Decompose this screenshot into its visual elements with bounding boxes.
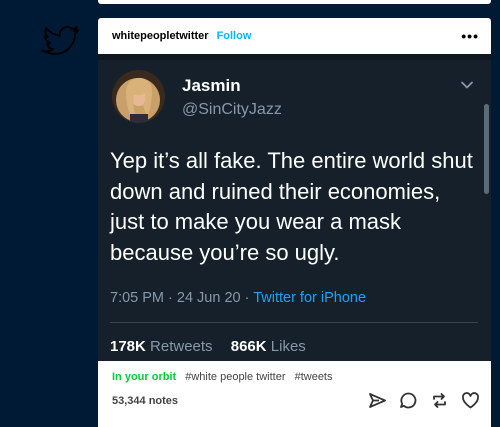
blog-name[interactable]: whitepeopletwitter: [112, 30, 209, 42]
tweet-screenshot: Jasmin @SinCityJazz Yep it’s all fake. T…: [98, 54, 491, 361]
tweet-timestamp: 7:05 PM · 24 Jun 20 ·: [110, 290, 254, 306]
retweets-count: 178K: [110, 338, 146, 355]
avatar: [112, 70, 165, 123]
tweet-display-name: Jasmin: [182, 76, 241, 95]
tumblr-post: whitepeopletwitter Follow ••• Jasmin @Si…: [98, 18, 491, 427]
follow-button[interactable]: Follow: [217, 30, 252, 42]
reply-icon[interactable]: [398, 390, 419, 411]
notes-count[interactable]: 53,344 notes: [112, 395, 178, 407]
tag-link[interactable]: #white people twitter: [185, 371, 285, 383]
likes-count: 866K: [230, 338, 267, 355]
tweet-stats: 178K Retweets 866K Likes: [110, 338, 306, 355]
more-options-button[interactable]: •••: [461, 28, 479, 44]
share-icon[interactable]: [367, 390, 388, 411]
twitter-bird-icon[interactable]: [34, 18, 80, 64]
tweet-text: Yep it’s all fake. The entire world shut…: [110, 148, 473, 265]
tweet-top-edge: [98, 54, 491, 60]
retweets-label: Retweets: [150, 338, 213, 355]
tweet-handle: @SinCityJazz: [182, 101, 282, 118]
tweet-source: Twitter for iPhone: [253, 290, 367, 306]
like-icon[interactable]: [460, 390, 481, 411]
chevron-down-icon: [460, 78, 474, 92]
scrollbar[interactable]: [484, 104, 489, 194]
previous-post-edge: [98, 0, 491, 4]
reblog-icon[interactable]: [429, 390, 450, 411]
orbit-label[interactable]: In your orbit: [112, 371, 176, 383]
post-header: whitepeopletwitter Follow •••: [98, 18, 491, 54]
post-actions: [367, 390, 481, 411]
likes-label: Likes: [270, 338, 306, 355]
tweet-meta: 7:05 PM · 24 Jun 20 · Twitter for iPhone: [110, 290, 366, 306]
tag-link[interactable]: #tweets: [295, 371, 333, 383]
post-tags: In your orbit #white people twitter #twe…: [112, 371, 339, 383]
divider: [110, 322, 478, 323]
